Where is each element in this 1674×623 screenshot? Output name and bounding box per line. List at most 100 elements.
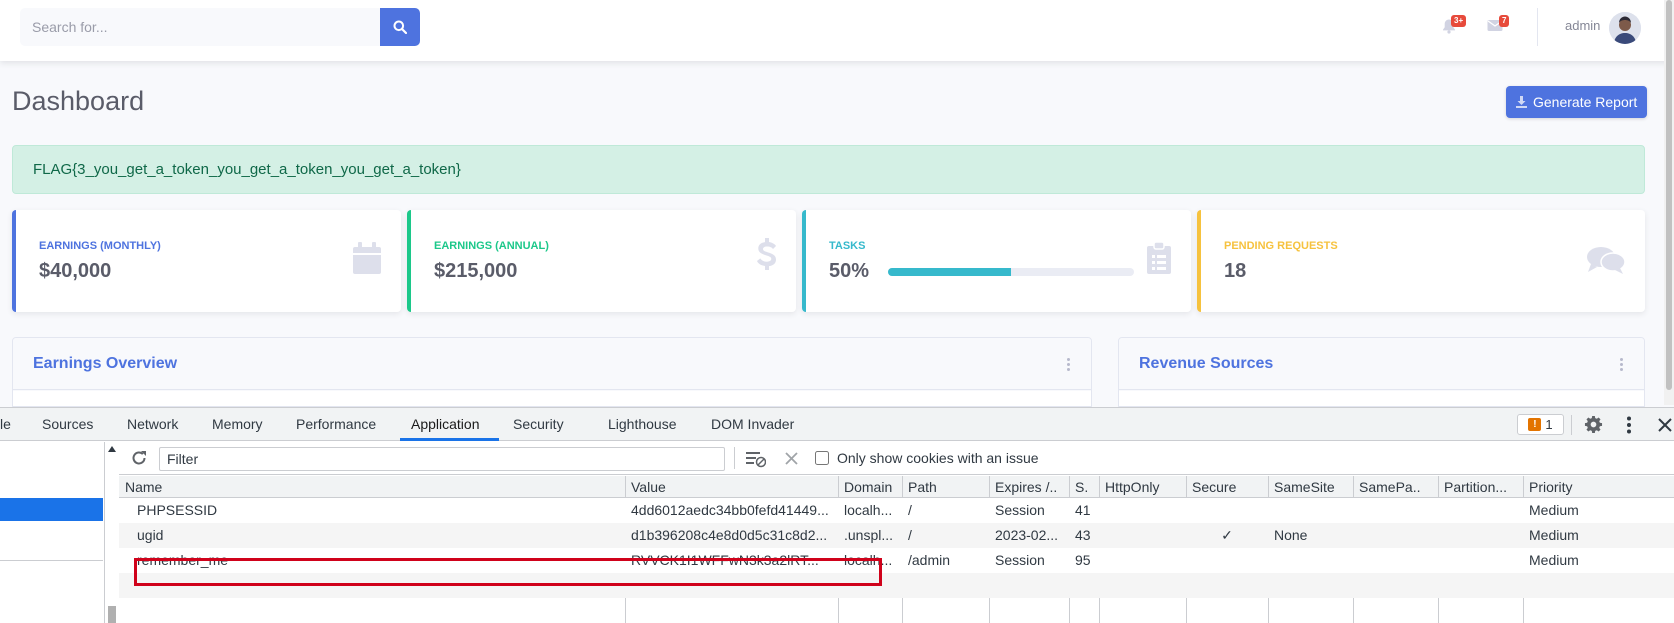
cell-domain: .unspl... <box>844 527 894 543</box>
cell-path: / <box>908 527 912 543</box>
col-samesite[interactable]: SameSite <box>1268 476 1353 498</box>
tab-console[interactable]: le <box>0 416 11 432</box>
tab-application[interactable]: Application <box>411 416 480 432</box>
col-domain[interactable]: Domain <box>838 476 902 498</box>
tab-sources[interactable]: Sources <box>42 416 93 432</box>
cookies-toolbar: Only show cookies with an issue <box>119 442 1674 475</box>
cell-expires: 2023-02... <box>995 527 1059 543</box>
sidebar-divider <box>0 560 103 561</box>
cell-expires: Session <box>995 552 1045 568</box>
user-avatar-icon <box>1609 12 1641 44</box>
col-httponly[interactable]: HttpOnly <box>1099 476 1186 498</box>
sidebar-selected-item[interactable] <box>0 498 103 521</box>
sidebar-scrollbar[interactable] <box>105 442 119 623</box>
panel-body <box>13 391 1091 406</box>
tab-memory[interactable]: Memory <box>212 416 263 432</box>
alerts-button[interactable]: 3+ <box>1441 15 1467 39</box>
cell-priority: Medium <box>1529 552 1579 568</box>
user-name[interactable]: admin <box>1565 18 1600 33</box>
active-tab-indicator <box>400 438 499 441</box>
card-value: 50% <box>829 260 870 282</box>
cell-size: 41 <box>1075 502 1091 518</box>
toolbar-divider <box>1571 415 1572 435</box>
calendar-icon <box>353 242 381 279</box>
col-name[interactable]: Name <box>119 476 625 498</box>
cell-secure: ✓ <box>1221 527 1233 543</box>
card-value: $215,000 <box>434 260 518 282</box>
refresh-icon[interactable] <box>131 450 147 471</box>
sidebar-scrollbar-thumb[interactable] <box>108 606 116 623</box>
page-scrollbar-thumb[interactable] <box>1666 0 1672 390</box>
col-sameparty[interactable]: SamePa.. <box>1353 476 1438 498</box>
tab-performance[interactable]: Performance <box>296 416 376 432</box>
search-icon <box>393 20 407 34</box>
messages-button[interactable]: 7 <box>1487 15 1510 37</box>
generate-report-button[interactable]: Generate Report <box>1506 86 1648 118</box>
panel-header: Revenue Sources <box>1119 338 1644 390</box>
scroll-up-icon[interactable] <box>108 446 116 452</box>
clear-all-icon[interactable] <box>785 452 798 470</box>
devtools-tab-bar: le Sources Network Memory Performance Ap… <box>0 408 1674 441</box>
cell-priority: Medium <box>1529 527 1579 543</box>
card-label: Pending Requests <box>1224 240 1338 252</box>
col-secure[interactable]: Secure <box>1186 476 1268 498</box>
only-issues-toggle[interactable]: Only show cookies with an issue <box>815 450 1039 466</box>
card-label: Earnings (Annual) <box>434 240 549 252</box>
col-expires[interactable]: Expires /.. <box>989 476 1069 498</box>
card-tasks: Tasks 50% <box>802 210 1191 312</box>
card-earnings-annual: Earnings (Annual) $215,000 <box>407 210 796 312</box>
cell-priority: Medium <box>1529 502 1579 518</box>
warning-icon: ! <box>1528 418 1542 431</box>
col-path[interactable]: Path <box>902 476 989 498</box>
cell-value: d1b396208c4e8d0d5c31c8d2... <box>631 527 828 543</box>
cell-domain: localh... <box>844 502 893 518</box>
toolbar-divider <box>734 447 735 469</box>
highlight-box <box>134 558 882 586</box>
col-value[interactable]: Value <box>625 476 838 498</box>
earnings-overview-panel: Earnings Overview <box>12 337 1092 407</box>
page-title: Dashboard <box>12 86 145 116</box>
more-options-icon[interactable] <box>1620 358 1624 372</box>
cell-name: PHPSESSID <box>137 502 218 518</box>
revenue-sources-panel: Revenue Sources <box>1118 337 1645 407</box>
search-input[interactable] <box>20 8 380 46</box>
col-priority[interactable]: Priority <box>1523 476 1674 498</box>
panel-title: Earnings Overview <box>33 355 178 372</box>
table-row[interactable]: ugid d1b396208c4e8d0d5c31c8d2... .unspl.… <box>119 523 1674 548</box>
more-vertical-icon[interactable] <box>1627 416 1631 439</box>
devtools-panel: le Sources Network Memory Performance Ap… <box>0 407 1674 623</box>
card-label: Tasks <box>829 240 866 252</box>
card-earnings-monthly: Earnings (Monthly) $40,000 <box>12 210 401 312</box>
table-row[interactable]: PHPSESSID 4dd6012aedc34bb0fefd41449... l… <box>119 498 1674 523</box>
cell-name: ugid <box>137 527 164 543</box>
topbar: 3+ 7 admin <box>0 0 1674 61</box>
page-scrollbar[interactable] <box>1664 0 1674 405</box>
messages-badge: 7 <box>1499 15 1510 27</box>
col-partition[interactable]: Partition... <box>1438 476 1523 498</box>
panel-header: Earnings Overview <box>13 338 1091 390</box>
tab-dom-invader[interactable]: DOM Invader <box>711 416 794 432</box>
clipboard-icon <box>1147 241 1171 279</box>
card-pending-requests: Pending Requests 18 <box>1197 210 1645 312</box>
clear-filtered-icon[interactable] <box>746 450 767 473</box>
search-button[interactable] <box>380 8 420 46</box>
download-icon <box>1516 96 1527 108</box>
tab-lighthouse[interactable]: Lighthouse <box>608 416 677 432</box>
generate-report-label: Generate Report <box>1533 94 1638 110</box>
panel-body <box>1119 391 1644 406</box>
panel-title: Revenue Sources <box>1139 355 1274 372</box>
col-size[interactable]: S. <box>1069 476 1099 498</box>
close-icon[interactable] <box>1658 418 1672 437</box>
tab-security[interactable]: Security <box>513 416 564 432</box>
cell-path: / <box>908 502 912 518</box>
cell-size: 95 <box>1075 552 1091 568</box>
gear-icon[interactable] <box>1584 415 1603 439</box>
cell-path: /admin <box>908 552 951 568</box>
dollar-icon <box>756 238 778 279</box>
avatar[interactable] <box>1609 12 1641 44</box>
tab-network[interactable]: Network <box>127 416 178 432</box>
issues-button[interactable]: ! 1 <box>1517 414 1564 435</box>
more-options-icon[interactable] <box>1067 358 1071 372</box>
only-issues-checkbox[interactable] <box>815 451 829 465</box>
filter-input[interactable] <box>159 447 725 471</box>
